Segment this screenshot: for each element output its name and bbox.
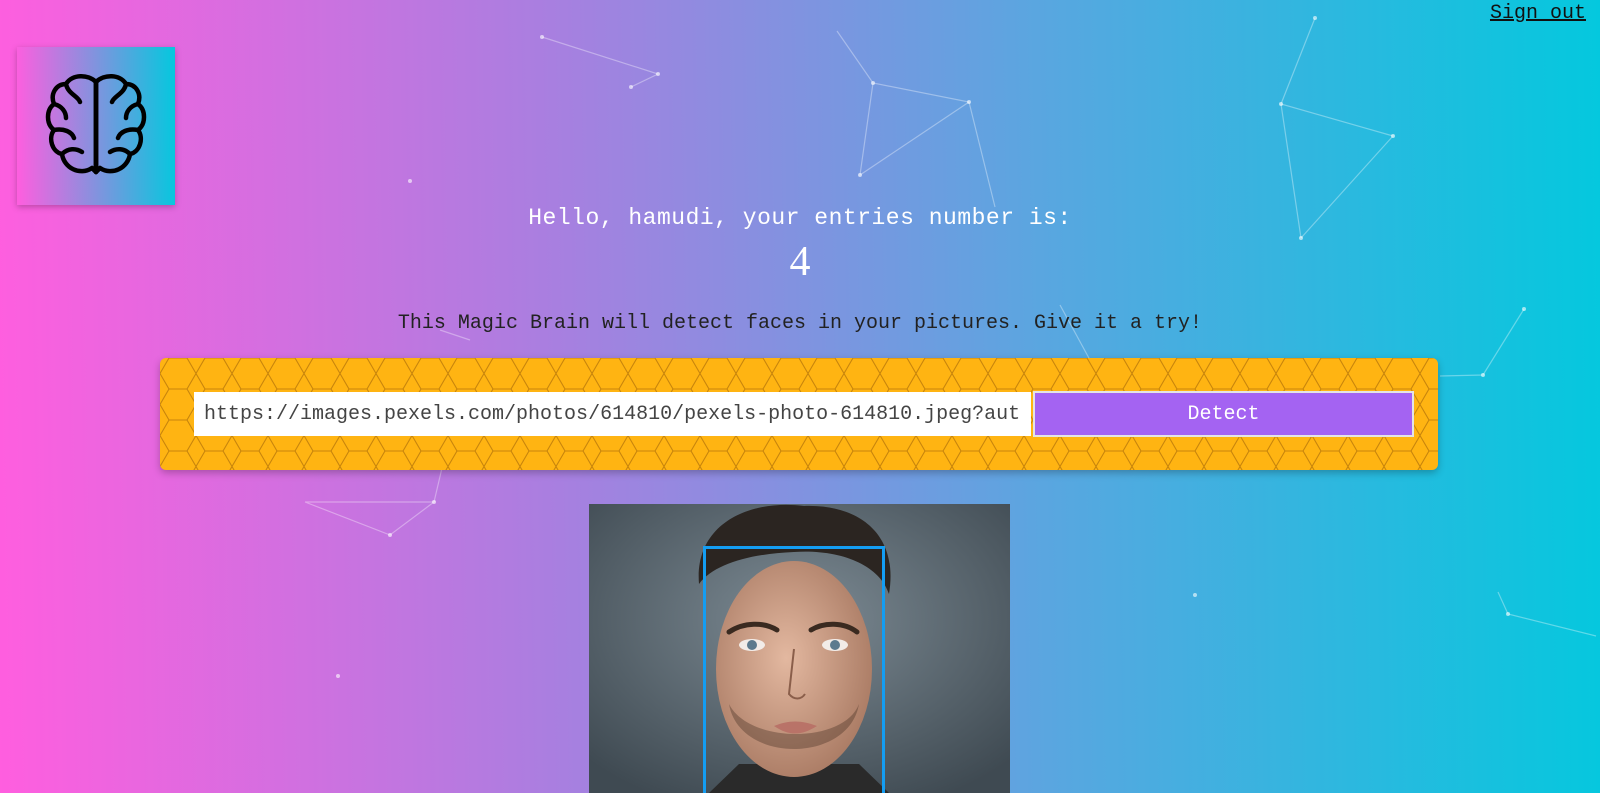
image-link-form: Detect [160,358,1438,470]
detect-button[interactable]: Detect [1033,391,1414,437]
tagline-text: This Magic Brain will detect faces in yo… [397,312,1203,335]
image-url-input[interactable] [194,392,1031,436]
brain-icon [45,74,147,175]
entries-count: 4 [789,239,811,285]
sign-out-link[interactable]: Sign out [1490,2,1586,25]
greeting-text: Hello, hamudi, your entries number is: [528,205,1072,231]
logo-tilt-card[interactable] [17,47,175,205]
face-image [589,504,1010,793]
face-bounding-box [703,546,885,793]
